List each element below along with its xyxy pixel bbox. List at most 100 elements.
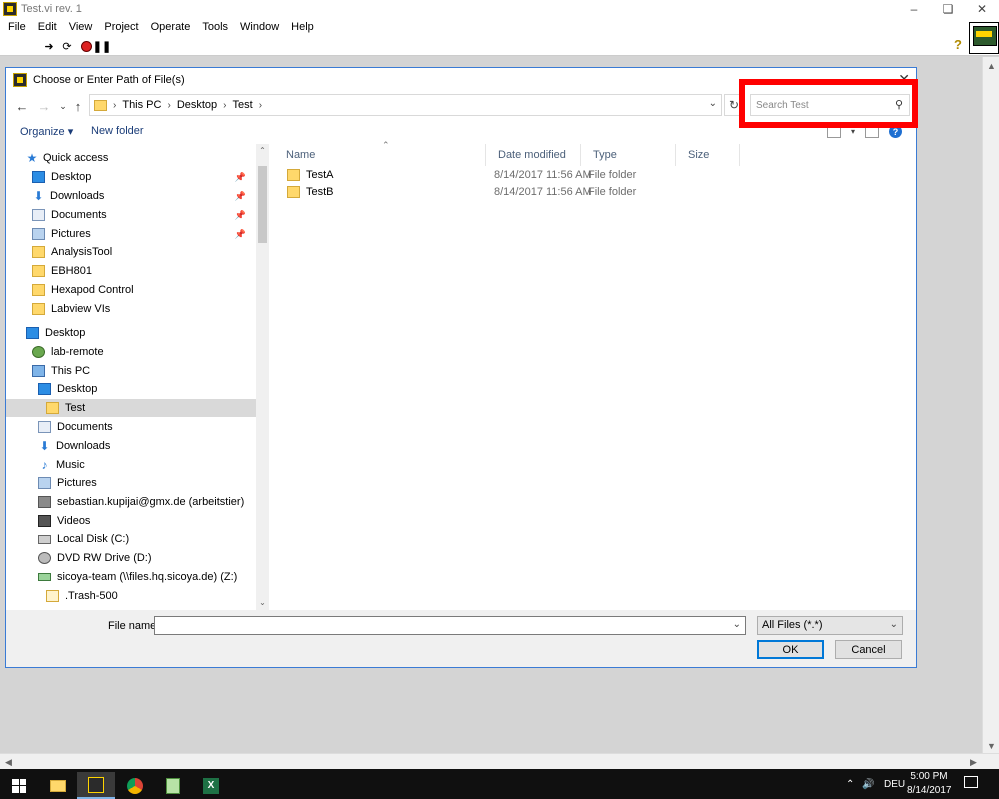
tree-item-trash[interactable]: .Trash-500 (46, 587, 118, 605)
nav-pane-scrollbar[interactable]: ⌃ ⌄ (256, 144, 269, 610)
tree-item-hexapod-control[interactable]: Hexapod Control (32, 281, 134, 299)
taskbar-notepad[interactable] (154, 772, 192, 799)
file-type-filter[interactable]: All Files (*.*) ⌄ (757, 616, 903, 635)
taskbar-labview[interactable] (77, 772, 115, 799)
close-button[interactable]: ✕ (965, 0, 999, 18)
organize-button[interactable]: Organize ▾ (20, 125, 73, 138)
scroll-left-icon[interactable]: ◀ (0, 754, 17, 770)
column-header-date[interactable]: Date modified (486, 144, 581, 166)
pause-icon[interactable]: ❚❚ (93, 39, 111, 53)
menu-help[interactable]: Help (285, 21, 320, 33)
table-row[interactable]: TestA 8/14/2017 11:56 AM File folder (272, 167, 912, 184)
folder-icon (32, 303, 45, 315)
breadcrumb-chevron-icon[interactable]: › (167, 100, 170, 111)
address-bar[interactable]: › This PC › Desktop › Test › ⌄ (89, 94, 722, 116)
minimize-button[interactable]: – (897, 0, 931, 18)
tree-item-documents[interactable]: Documents 📌 (32, 206, 256, 224)
abort-icon[interactable] (79, 39, 93, 53)
forward-arrow-icon[interactable]: → (35, 96, 53, 116)
new-folder-button[interactable]: New folder (91, 125, 144, 137)
scrollbar-thumb[interactable] (258, 166, 267, 243)
tree-item-desktop[interactable]: Desktop 📌 (32, 168, 256, 186)
computer-icon (32, 365, 45, 377)
taskbar-chrome[interactable] (116, 772, 154, 799)
folder-icon (32, 265, 45, 277)
tree-item-local-disk[interactable]: Local Disk (C:) (38, 530, 129, 548)
tree-item-test[interactable]: Test (6, 399, 256, 417)
up-arrow-icon[interactable]: ↑ (69, 96, 87, 116)
volume-icon[interactable]: 🔊 (862, 769, 874, 799)
menu-tools[interactable]: Tools (196, 21, 234, 33)
tree-label: Hexapod Control (51, 284, 134, 296)
tree-quick-access[interactable]: ★ Quick access (26, 149, 109, 167)
tree-item-ebh801[interactable]: EBH801 (32, 262, 92, 280)
folder-icon (287, 186, 300, 198)
column-header-name[interactable]: Name ⌃ (274, 140, 486, 166)
chevron-down-icon[interactable]: ⌄ (890, 619, 898, 630)
chevron-down-icon[interactable]: ⌄ (733, 619, 741, 630)
tree-item-pictures[interactable]: Pictures 📌 (32, 225, 256, 243)
back-arrow-icon[interactable]: ← (13, 96, 31, 116)
menu-project[interactable]: Project (98, 21, 144, 33)
breadcrumb-desktop[interactable]: Desktop (177, 99, 217, 111)
tree-item-analysistool[interactable]: AnalysisTool (32, 243, 112, 261)
scroll-up-icon[interactable]: ▲ (983, 57, 999, 74)
menu-file[interactable]: File (2, 21, 32, 33)
start-button[interactable] (0, 772, 38, 799)
restore-button[interactable]: ❏ (931, 0, 965, 18)
scroll-right-icon[interactable]: ▶ (965, 754, 982, 770)
scroll-down-icon[interactable]: ▼ (983, 737, 999, 754)
scroll-down-icon[interactable]: ⌄ (256, 596, 269, 608)
tree-desktop-root[interactable]: Desktop (26, 324, 85, 342)
vertical-scrollbar[interactable]: ▲ ▼ (982, 57, 999, 754)
run-arrow-icon[interactable]: ➜ (42, 39, 56, 53)
menu-view[interactable]: View (63, 21, 99, 33)
table-row[interactable]: TestB 8/14/2017 11:56 AM File folder (272, 184, 912, 201)
breadcrumb-chevron-icon[interactable]: › (223, 100, 226, 111)
taskbar-excel[interactable]: X (192, 772, 230, 799)
menu-edit[interactable]: Edit (32, 21, 63, 33)
navigation-pane: ★ Quick access Desktop 📌 ⬇ Downloads 📌 Docum… (6, 144, 270, 610)
folder-icon (46, 402, 59, 414)
tree-item-pc-desktop[interactable]: Desktop (38, 380, 97, 398)
tree-label: Videos (57, 515, 91, 527)
column-header-type[interactable]: Type (581, 144, 676, 166)
view-dropdown-icon[interactable]: ▾ (851, 127, 855, 136)
file-name: TestA (306, 169, 334, 181)
menu-operate[interactable]: Operate (145, 21, 197, 33)
notification-icon[interactable] (964, 776, 978, 788)
tree-item-videos[interactable]: Videos (38, 512, 90, 530)
tree-item-lab-remote[interactable]: lab-remote (32, 343, 104, 361)
tree-item-downloads[interactable]: ⬇ Downloads 📌 (32, 187, 256, 205)
language-indicator[interactable]: DEU (884, 769, 905, 799)
context-help-icon[interactable]: ? (954, 37, 968, 53)
tree-item-contact[interactable]: sebastian.kupijai@gmx.de (arbeitstier) (38, 493, 244, 511)
file-name-field[interactable]: ⌄ (154, 616, 746, 635)
disk-icon (38, 534, 51, 544)
clock[interactable]: 5:00 PM 8/14/2017 (907, 770, 952, 798)
column-header-size[interactable]: Size (676, 144, 740, 166)
menu-window[interactable]: Window (234, 21, 285, 33)
tree-item-network-drive[interactable]: sicoya-team (\\files.hq.sicoya.de) (Z:) (38, 568, 237, 586)
horizontal-scrollbar[interactable]: ◀ ▶ (0, 753, 999, 769)
breadcrumb-this-pc[interactable]: This PC (122, 99, 161, 111)
breadcrumb-test[interactable]: Test (233, 99, 253, 111)
tree-item-labview-vis[interactable]: Labview VIs (32, 300, 110, 318)
tree-item-dvd-drive[interactable]: DVD RW Drive (D:) (38, 549, 152, 567)
scroll-up-icon[interactable]: ⌃ (256, 144, 269, 156)
tree-item-pc-documents[interactable]: Documents (38, 418, 113, 436)
taskbar-explorer[interactable] (39, 772, 77, 799)
folder-icon (32, 284, 45, 296)
address-dropdown-icon[interactable]: ⌄ (709, 98, 717, 109)
cancel-button[interactable]: Cancel (835, 640, 902, 659)
vi-connector-icon[interactable] (969, 22, 999, 54)
ok-button[interactable]: OK (757, 640, 824, 659)
tree-item-pc-downloads[interactable]: ⬇ Downloads (38, 437, 110, 455)
breadcrumb-chevron-icon[interactable]: › (259, 100, 262, 111)
breadcrumb-chevron-icon[interactable]: › (113, 100, 116, 111)
tree-item-pc-pictures[interactable]: Pictures (38, 474, 97, 492)
tree-item-music[interactable]: ♪ Music (38, 456, 85, 474)
tray-chevron-icon[interactable]: ⌃ (846, 769, 854, 799)
run-continuously-icon[interactable]: ⟳ (60, 39, 74, 53)
tree-item-this-pc[interactable]: This PC (32, 362, 90, 380)
